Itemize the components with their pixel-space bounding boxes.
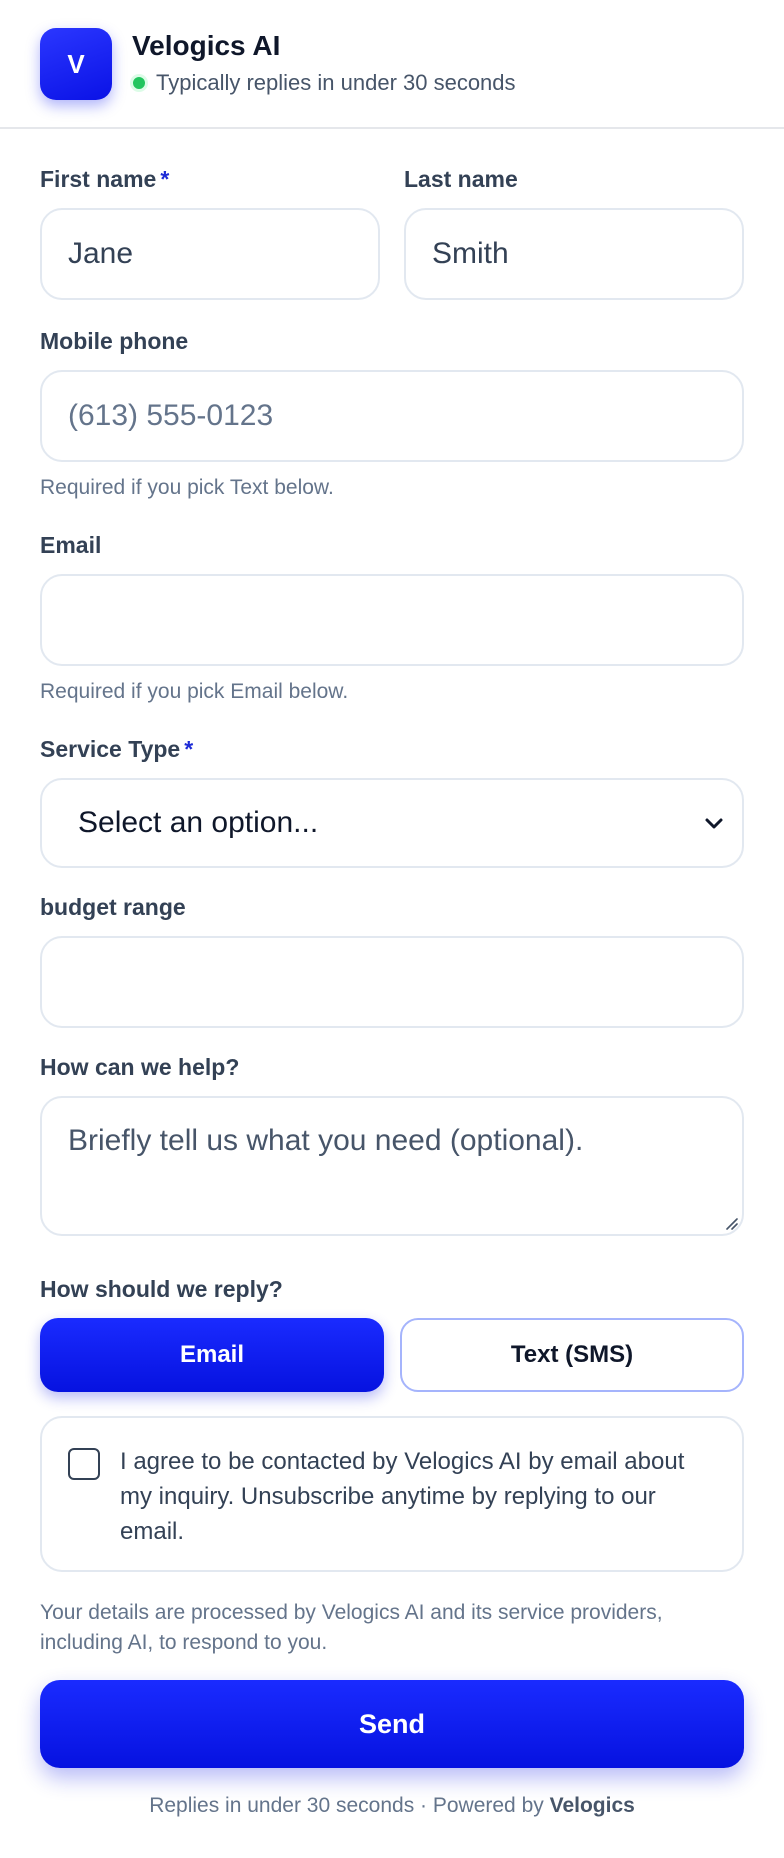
reply-email-button[interactable]: Email <box>40 1318 384 1392</box>
email-help: Required if you pick Email below. <box>40 680 349 703</box>
send-label: Send <box>358 1708 425 1739</box>
first-name-label: First name * <box>40 166 169 193</box>
service-type-selected: Select an option... <box>78 806 319 839</box>
chat-header: V Velogics AI Typically replies in under… <box>0 0 784 129</box>
footer-text: Replies in under 30 seconds · Powered by <box>149 1794 544 1817</box>
help-label: How can we help? <box>40 1054 240 1080</box>
mobile-phone-label: Mobile phone <box>40 328 189 354</box>
first-name-input[interactable]: Jane <box>40 208 380 300</box>
brand-name: Velogics AI <box>132 30 281 61</box>
required-mark: * <box>160 166 170 192</box>
reply-sms-button[interactable]: Text (SMS) <box>400 1318 744 1392</box>
footer: Replies in under 30 seconds · Powered by… <box>0 1794 784 1818</box>
mobile-phone-help: Required if you pick Text below. <box>40 476 334 499</box>
service-type-select[interactable]: Select an option... <box>40 778 744 868</box>
footer-brand[interactable]: Velogics <box>550 1794 635 1817</box>
consent-text: I agree to be contacted by Velogics AI b… <box>120 1448 685 1545</box>
budget-range-input[interactable] <box>40 936 744 1028</box>
mobile-phone-input[interactable]: (613) 555-0123 <box>40 370 744 462</box>
service-type-label-text: Service Type <box>40 736 181 762</box>
brand-avatar: V <box>40 28 112 100</box>
budget-range-label: budget range <box>40 894 186 920</box>
help-textarea[interactable]: Briefly tell us what you need (optional)… <box>40 1096 744 1236</box>
service-type-label: Service Type * <box>40 736 193 763</box>
mobile-phone-placeholder: (613) 555-0123 <box>68 399 274 432</box>
last-name-label: Last name <box>404 166 518 192</box>
reply-email-label: Email <box>179 1341 245 1368</box>
last-name-value: Smith <box>432 237 509 270</box>
required-mark: * <box>184 736 194 762</box>
first-name-value: Jane <box>68 237 134 270</box>
first-name-label-text: First name <box>40 166 157 192</box>
last-name-input[interactable]: Smith <box>404 208 744 300</box>
send-button[interactable]: Send <box>40 1680 744 1768</box>
reply-status-text: Typically replies in under 30 seconds <box>156 70 516 95</box>
avatar-letter: V <box>67 48 85 79</box>
chevron-down-icon <box>705 818 723 829</box>
consent-box: I agree to be contacted by Velogics AI b… <box>40 1416 744 1572</box>
online-status-icon <box>130 74 148 92</box>
privacy-notice: Your details are processed by Velogics A… <box>40 1601 663 1654</box>
reply-status: Typically replies in under 30 seconds <box>130 70 516 96</box>
reply-sms-label: Text (SMS) <box>510 1341 634 1368</box>
reply-method-label: How should we reply? <box>40 1276 283 1302</box>
help-placeholder: Briefly tell us what you need (optional)… <box>68 1124 584 1157</box>
resize-handle-icon[interactable] <box>722 1214 738 1230</box>
email-label: Email <box>40 532 102 558</box>
consent-checkbox[interactable] <box>68 1448 100 1480</box>
email-input[interactable] <box>40 574 744 666</box>
